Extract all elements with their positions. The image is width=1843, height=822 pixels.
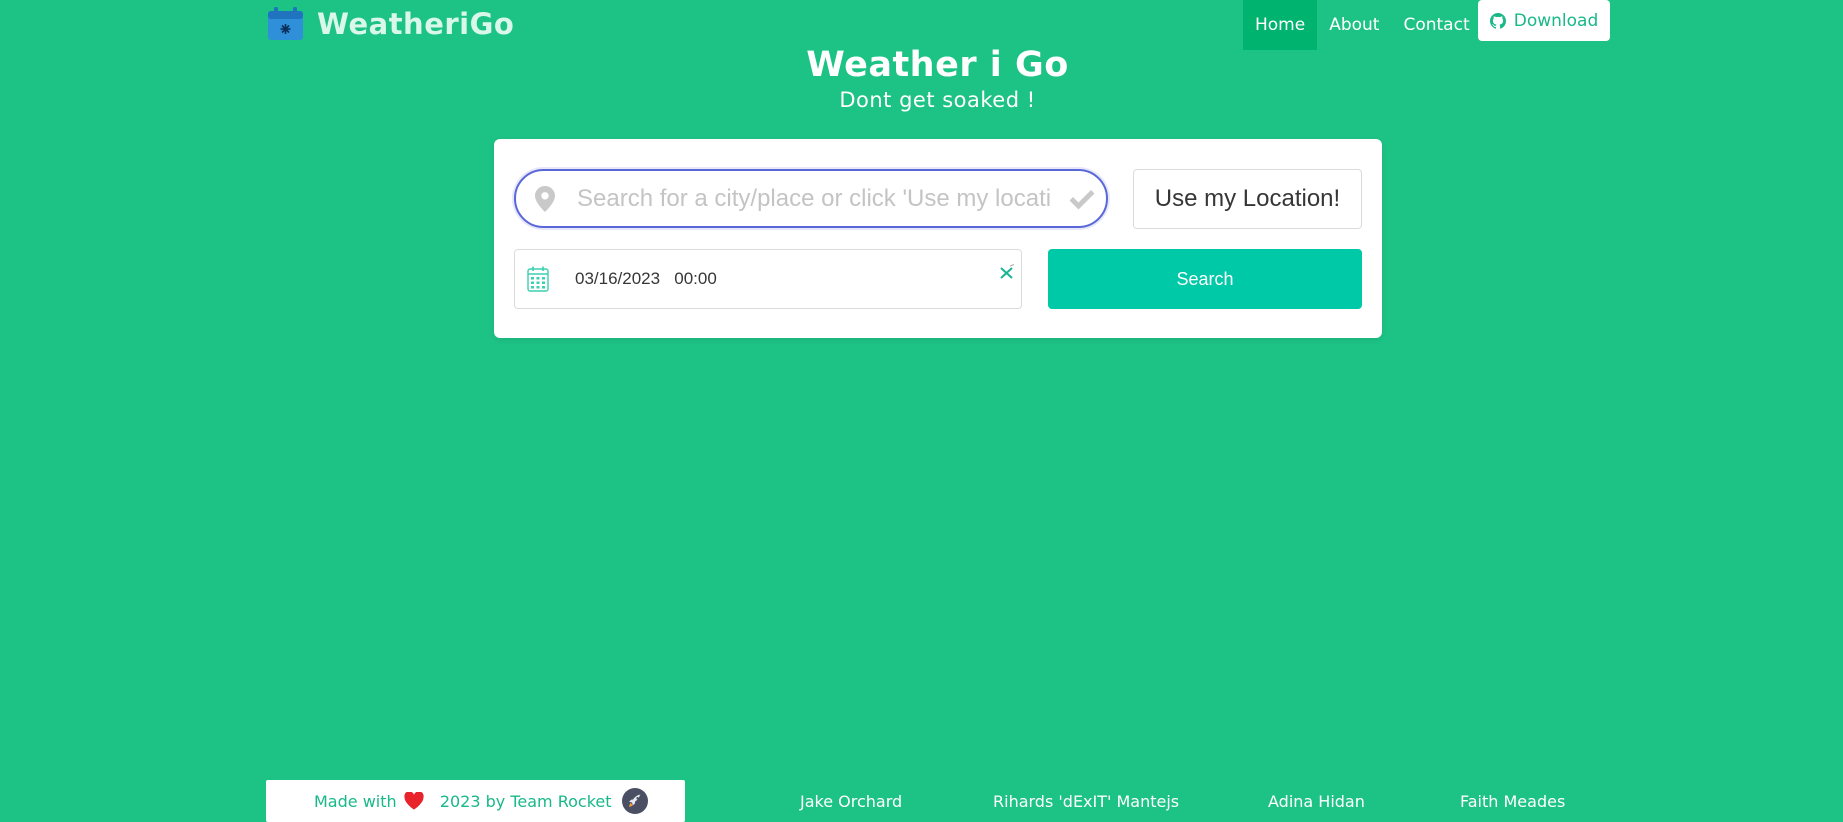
download-label: Download [1513, 10, 1599, 31]
team-member-1: Jake Orchard [800, 792, 903, 811]
map-pin-icon [535, 185, 555, 212]
search-button[interactable]: Search [1048, 249, 1362, 309]
footer-credit: Made with 2023 by Team Rocket [266, 780, 685, 822]
team-member-4: Faith Meades [1460, 792, 1566, 811]
brand[interactable]: WeatheriGo [267, 4, 514, 44]
clear-icon[interactable] [999, 264, 1015, 280]
date-time-value: 03/16/2023 00:00 [575, 269, 717, 288]
page-title: Weather i Go [806, 45, 1069, 85]
nav-home[interactable]: Home [1243, 0, 1318, 50]
brand-name: WeatheriGo [317, 7, 515, 41]
nav-links: Home About Contact [1243, 0, 1482, 50]
calendar-icon [268, 7, 303, 40]
footer-made-suffix: 2023 by Team Rocket [429, 791, 612, 811]
github-icon [1489, 12, 1506, 29]
nav-contact[interactable]: Contact [1391, 0, 1481, 50]
page-subtitle: Dont get soaked ! [839, 88, 1036, 112]
download-button[interactable]: Download [1478, 0, 1610, 41]
footer-made-prefix: Made with [314, 791, 397, 811]
team-member-2: Rihards 'dExIT' Mantejs [993, 792, 1180, 811]
calendar-icon [527, 266, 549, 292]
rocket-icon [621, 788, 648, 814]
heart-icon [404, 792, 424, 810]
search-card: Use my Location! 03/16/2023 00:00 Search [494, 139, 1382, 338]
search-field[interactable] [514, 169, 1108, 228]
use-location-button[interactable]: Use my Location! [1133, 169, 1362, 229]
search-input[interactable] [575, 183, 1053, 214]
date-time-picker[interactable]: 03/16/2023 00:00 [514, 249, 1022, 309]
navbar: WeatheriGo Home About Contact Download [0, 0, 1843, 50]
nav-about[interactable]: About [1317, 0, 1391, 50]
check-icon [1069, 189, 1095, 209]
team-member-3: Adina Hidan [1268, 792, 1365, 811]
